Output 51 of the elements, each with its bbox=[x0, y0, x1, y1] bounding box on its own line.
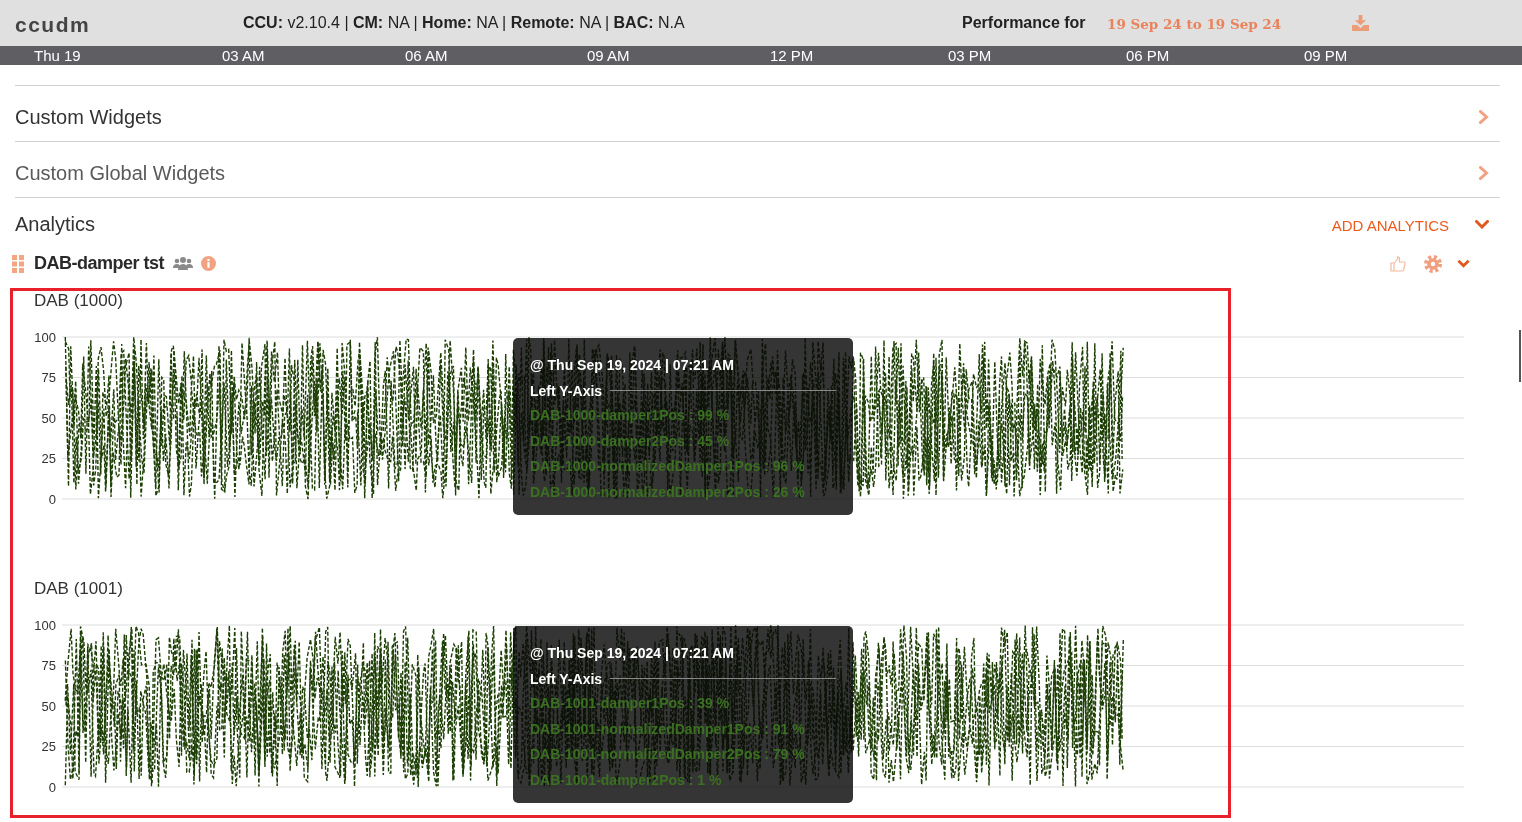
y-axis-tick-label: 75 bbox=[41, 658, 56, 673]
time-label: 09 AM bbox=[587, 46, 630, 65]
tooltip-axis-label: Left Y-Axis bbox=[530, 382, 603, 399]
tooltip-timestamp: @ Thu Sep 19, 2024 | 07:21 AM bbox=[530, 356, 735, 375]
y-axis-tick-label: 50 bbox=[41, 698, 56, 714]
settings-icon[interactable] bbox=[1424, 254, 1442, 273]
tooltip-timestamp: @ Thu Sep 19, 2024 | 07:21 AM bbox=[530, 644, 735, 663]
time-label: 12 PM bbox=[770, 46, 814, 65]
y-axis-tick-label: 50 bbox=[41, 410, 56, 426]
y-axis-tick-label: 25 bbox=[41, 451, 56, 466]
section-title[interactable]: Custom Global Widgets bbox=[15, 161, 1479, 185]
thumbs-up-icon[interactable] bbox=[1390, 255, 1406, 272]
tooltip-series-value: DAB-1000-normalizedDamper2Pos : 26 % bbox=[530, 482, 806, 502]
brand-name: ccudm bbox=[15, 13, 92, 37]
info-icon[interactable] bbox=[201, 256, 216, 271]
ccu-info: CCU: v2.10.4 | CM: NA | Home: NA | Remote: NA | BAC: N.A bbox=[243, 14, 686, 32]
tooltip-series-value: DAB-1000-damper1Pos : 99 % bbox=[530, 406, 731, 425]
chart-title: DAB (1000) bbox=[34, 291, 123, 311]
tooltip-series-value: DAB-1001-damper1Pos : 39 % bbox=[530, 694, 731, 713]
tooltip-axis-label: Left Y-Axis bbox=[530, 670, 603, 687]
tooltip-series-value: DAB-1001-damper2Pos : 1 % bbox=[530, 770, 723, 790]
section-title[interactable]: Custom Widgets bbox=[15, 105, 1479, 129]
tooltip-series-value: DAB-1001-normalizedDamper2Pos : 79 % bbox=[530, 745, 806, 764]
time-label: 06 AM bbox=[405, 46, 448, 65]
time-label: 03 PM bbox=[948, 46, 992, 65]
chevron-right-icon[interactable] bbox=[1479, 166, 1489, 180]
time-label: 09 PM bbox=[1304, 46, 1348, 65]
y-axis-tick-label: 75 bbox=[41, 370, 56, 385]
tooltip-series-value: DAB-1000-damper2Pos : 45 % bbox=[530, 431, 731, 451]
download-icon[interactable] bbox=[1352, 15, 1369, 31]
widget-title: DAB-damper tst bbox=[34, 253, 164, 274]
performance-label: Performance for bbox=[962, 14, 1087, 32]
time-label: Thu 19 bbox=[34, 46, 81, 65]
chart-title: DAB (1001) bbox=[34, 579, 123, 599]
y-axis-tick-label: 25 bbox=[41, 739, 56, 754]
tooltip-series-value: DAB-1000-normalizedDamper1Pos : 96 % bbox=[530, 457, 806, 476]
y-axis-tick-label: 100 bbox=[34, 617, 56, 633]
users-icon bbox=[173, 257, 193, 270]
y-axis-tick-label: 0 bbox=[48, 491, 56, 507]
section-title[interactable]: Analytics bbox=[15, 213, 1332, 236]
chevron-down-icon[interactable] bbox=[1475, 220, 1489, 229]
time-label: 03 AM bbox=[222, 46, 265, 65]
drag-handle-icon[interactable] bbox=[12, 254, 24, 273]
scrollbar-thumb[interactable] bbox=[1519, 330, 1521, 382]
chevron-right-icon[interactable] bbox=[1479, 110, 1489, 124]
y-axis-tick-label: 100 bbox=[34, 329, 56, 345]
chevron-down-icon[interactable] bbox=[1457, 259, 1470, 268]
tooltip-series-value: DAB-1001-normalizedDamper1Pos : 91 % bbox=[530, 719, 806, 739]
time-label: 06 PM bbox=[1126, 46, 1170, 65]
y-axis-tick-label: 0 bbox=[48, 779, 56, 795]
add-analytics-link[interactable]: ADD ANALYTICS bbox=[1331, 217, 1449, 234]
